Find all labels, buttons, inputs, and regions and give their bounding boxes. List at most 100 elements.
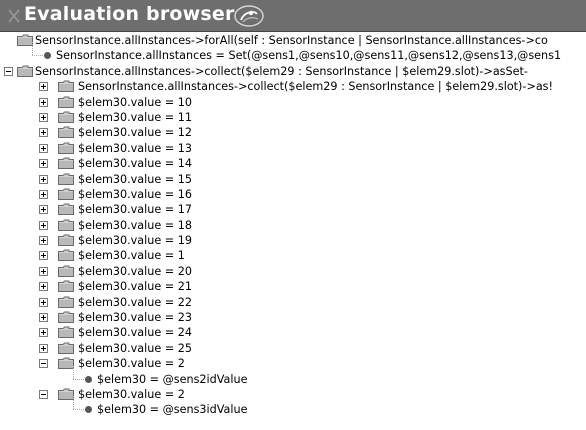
collapse-icon[interactable] bbox=[39, 389, 48, 399]
tree-node-label: $elem30.value = 23 bbox=[78, 311, 192, 325]
title-bar[interactable]: Evaluation browser bbox=[0, 0, 586, 32]
tree-node-label: $elem30.value = 25 bbox=[78, 341, 192, 355]
tree-row[interactable]: $elem30.value = 12 bbox=[0, 125, 586, 140]
expand-icon[interactable] bbox=[39, 266, 48, 276]
tree-node-label: SensorInstance.allInstances->collect($el… bbox=[35, 64, 528, 78]
tree-connector bbox=[73, 409, 84, 411]
expand-icon[interactable] bbox=[39, 97, 48, 107]
folder-icon bbox=[17, 34, 33, 46]
expand-icon[interactable] bbox=[39, 251, 48, 261]
tree-row[interactable]: SensorInstance.allInstances->forAll(self… bbox=[0, 33, 586, 48]
tree-node-label: $elem30.value = 11 bbox=[78, 110, 192, 124]
window-title: Evaluation browser bbox=[24, 3, 235, 25]
tree-row[interactable]: $elem30 = @sens3idValue bbox=[0, 396, 586, 417]
expand-icon[interactable] bbox=[39, 82, 48, 92]
tree-row[interactable]: $elem30.value = 19 bbox=[0, 233, 586, 248]
tree-row[interactable]: $elem30.value = 20 bbox=[0, 264, 586, 279]
tree-node-label: $elem30.value = 16 bbox=[78, 187, 192, 201]
tree-row[interactable]: $elem30.value = 17 bbox=[0, 202, 586, 217]
expand-icon[interactable] bbox=[39, 128, 48, 138]
tree-node-label: $elem30.value = 21 bbox=[78, 280, 192, 294]
tree-row[interactable]: $elem30.value = 2 bbox=[0, 356, 586, 371]
expand-icon[interactable] bbox=[39, 112, 48, 122]
folder-icon bbox=[17, 65, 33, 77]
expand-icon[interactable] bbox=[39, 313, 48, 323]
tree-node-label: $elem30.value = 20 bbox=[78, 264, 192, 278]
folder-icon bbox=[58, 388, 74, 400]
collapse-icon[interactable] bbox=[4, 66, 13, 76]
folder-icon bbox=[58, 249, 74, 262]
expand-icon[interactable] bbox=[39, 328, 48, 338]
tree-node-label: $elem30.value = 18 bbox=[78, 218, 192, 232]
evaluation-browser-window: Evaluation browser SensorInstance.allIns… bbox=[0, 0, 586, 430]
tree-row[interactable]: $elem30.value = 16 bbox=[0, 187, 586, 202]
tree-row[interactable]: $elem30.value = 11 bbox=[0, 110, 586, 125]
tree-row[interactable]: $elem30.value = 1 bbox=[0, 248, 586, 263]
tree-row[interactable]: $elem30.value = 14 bbox=[0, 156, 586, 171]
tree-row[interactable]: $elem30.value = 13 bbox=[0, 141, 586, 156]
tree-connector bbox=[32, 42, 34, 56]
folder-icon bbox=[58, 188, 74, 200]
tree-node-label: $elem30.value = 17 bbox=[78, 203, 192, 217]
collapse-icon[interactable] bbox=[39, 359, 48, 369]
folder-icon bbox=[58, 296, 74, 308]
close-x-icon[interactable] bbox=[5, 7, 23, 25]
folder-icon bbox=[58, 157, 74, 170]
expand-icon[interactable] bbox=[39, 189, 48, 199]
folder-icon bbox=[58, 80, 74, 93]
tree-node-label: $elem30.value = 15 bbox=[78, 172, 192, 186]
tree-node-label: $elem30.value = 2 bbox=[78, 357, 185, 371]
folder-icon bbox=[58, 111, 74, 123]
tree-node-label: $elem30.value = 22 bbox=[78, 295, 192, 309]
tree-node-label: SensorInstance.allInstances->forAll(self… bbox=[35, 34, 548, 47]
tree-connector bbox=[73, 378, 84, 381]
tree-row[interactable]: $elem30.value = 22 bbox=[0, 295, 586, 310]
tree-row[interactable]: SensorInstance.allInstances->collect($el… bbox=[0, 64, 586, 79]
folder-icon bbox=[58, 203, 74, 216]
expand-icon[interactable] bbox=[39, 174, 48, 184]
tree-row[interactable]: $elem30.value = 24 bbox=[0, 325, 586, 340]
tree-row[interactable]: $elem30.value = 15 bbox=[0, 172, 586, 187]
tree-node-label: $elem30.value = 10 bbox=[78, 95, 192, 109]
tree-row[interactable]: $elem30.value = 18 bbox=[0, 218, 586, 233]
tree-connector bbox=[73, 396, 75, 410]
expand-icon[interactable] bbox=[39, 220, 48, 230]
folder-icon bbox=[58, 311, 74, 324]
expand-icon[interactable] bbox=[39, 205, 48, 215]
tree-row[interactable]: $elem30.value = 23 bbox=[0, 310, 586, 325]
tree-row[interactable]: SensorInstance.allInstances->collect($el… bbox=[0, 79, 586, 94]
logo-icon bbox=[234, 5, 264, 27]
tree-node-label: $elem30 = @sens2idValue bbox=[97, 372, 248, 386]
expand-icon[interactable] bbox=[39, 236, 48, 246]
tree-row[interactable]: SensorInstance.allInstances = Set(@sens1… bbox=[0, 42, 586, 63]
evaluation-tree[interactable]: SensorInstance.allInstances->forAll(self… bbox=[0, 33, 586, 430]
expand-icon[interactable] bbox=[39, 282, 48, 292]
folder-icon bbox=[58, 219, 74, 231]
tree-node-label: $elem30.value = 24 bbox=[78, 326, 192, 340]
tree-node-label: $elem30.value = 12 bbox=[78, 126, 192, 140]
tree-row[interactable]: $elem30.value = 2 bbox=[0, 387, 586, 402]
expand-icon[interactable] bbox=[39, 297, 48, 307]
tree-node-label: $elem30.value = 14 bbox=[78, 157, 192, 171]
tree-row[interactable]: $elem30.value = 21 bbox=[0, 279, 586, 294]
expand-icon[interactable] bbox=[39, 343, 48, 353]
expand-icon[interactable] bbox=[39, 159, 48, 169]
tree-row[interactable]: $elem30.value = 25 bbox=[0, 341, 586, 356]
tree-node-label: $elem30.value = 1 bbox=[78, 249, 185, 263]
tree-connector bbox=[32, 55, 43, 57]
tree-connector bbox=[73, 365, 75, 379]
tree-row[interactable]: $elem30 = @sens2idValue bbox=[0, 365, 586, 387]
tree-node-label: $elem30 = @sens3idValue bbox=[97, 403, 248, 417]
tree-node-label: $elem30.value = 2 bbox=[78, 387, 185, 401]
folder-icon bbox=[58, 96, 74, 108]
expand-icon[interactable] bbox=[39, 143, 48, 153]
folder-icon bbox=[58, 142, 74, 154]
tree-row[interactable]: $elem30.value = 10 bbox=[0, 95, 586, 110]
folder-icon bbox=[58, 234, 74, 247]
folder-icon bbox=[58, 357, 74, 370]
folder-icon bbox=[58, 265, 74, 277]
tree-node-label: $elem30.value = 13 bbox=[78, 141, 192, 155]
folder-icon bbox=[58, 173, 74, 185]
folder-icon bbox=[58, 342, 74, 354]
folder-icon bbox=[58, 326, 74, 339]
